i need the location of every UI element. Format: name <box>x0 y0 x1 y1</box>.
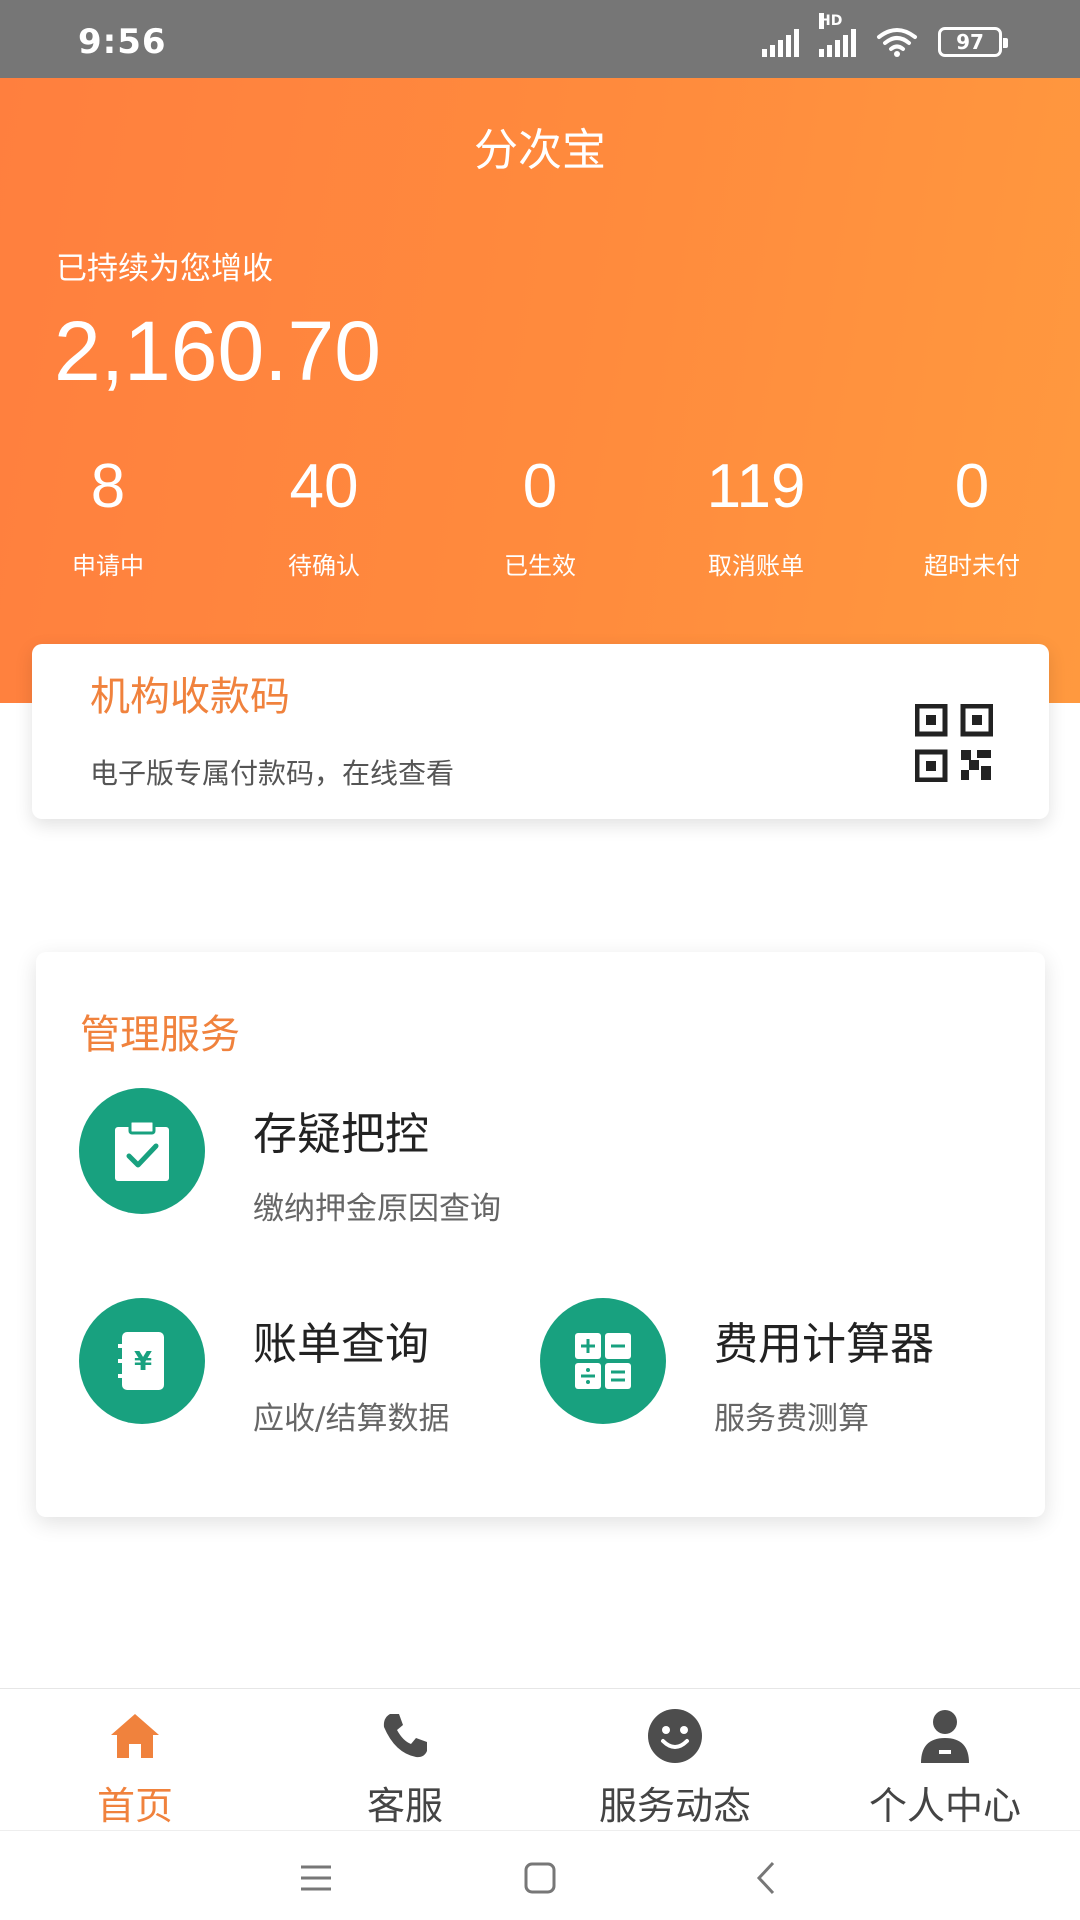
tab-label: 个人中心 <box>868 1784 1021 1828</box>
stats-row: 8 申请中 40 待确认 0 已生效 119 取消账单 0 超时未付 <box>0 448 1080 581</box>
qr-code-icon <box>915 704 993 782</box>
tab-label: 服务动态 <box>598 1784 751 1828</box>
management-services-card: 管理服务 存疑把控 缴纳押金原因查询 ¥ 账单查询 应收/结算数据 费用计算器 … <box>36 952 1045 1517</box>
stat-cancelled-bills[interactable]: 119 取消账单 <box>648 448 864 581</box>
tab-personal-center[interactable]: 个人中心 <box>810 1689 1080 1830</box>
battery-level: 97 <box>956 30 984 54</box>
home-icon <box>106 1707 164 1765</box>
stat-label: 超时未付 <box>924 552 1020 580</box>
payment-qr-card[interactable]: 机构收款码 电子版专属付款码，在线查看 <box>32 644 1049 819</box>
stat-overdue-unpaid[interactable]: 0 超时未付 <box>864 448 1080 581</box>
service-desc: 应收/结算数据 <box>253 1401 450 1437</box>
qr-card-title: 机构收款码 <box>90 674 290 720</box>
signal-icon <box>762 27 799 57</box>
system-nav-bar <box>0 1830 1080 1920</box>
status-time: 9:56 <box>78 22 167 62</box>
status-icons: HD 97 <box>762 13 1008 60</box>
stat-label: 取消账单 <box>708 552 804 580</box>
network-label: HD <box>819 13 843 29</box>
status-bar: 9:56 HD 97 <box>0 0 1080 78</box>
tab-home[interactable]: 首页 <box>0 1689 270 1830</box>
clipboard-check-icon <box>79 1088 205 1214</box>
calculator-icon <box>540 1298 666 1424</box>
bottom-tab-bar: 首页 客服 服务动态 个人中心 <box>0 1688 1080 1830</box>
smiley-icon <box>646 1707 704 1765</box>
stat-value: 119 <box>706 452 806 521</box>
battery-icon: 97 <box>938 27 1008 57</box>
service-name: 费用计算器 <box>714 1319 934 1370</box>
stat-value: 0 <box>954 452 990 521</box>
stat-value: 0 <box>522 452 558 521</box>
stat-value: 8 <box>90 452 126 521</box>
back-icon[interactable] <box>736 1853 796 1903</box>
tab-customer-service[interactable]: 客服 <box>270 1689 540 1830</box>
growth-amount: 2,160.70 <box>54 304 381 398</box>
svg-text:¥: ¥ <box>134 1347 152 1377</box>
qr-card-subtitle: 电子版专属付款码，在线查看 <box>90 757 455 790</box>
phone-icon <box>376 1707 434 1765</box>
stat-label: 待确认 <box>288 552 360 580</box>
stat-label: 申请中 <box>72 552 144 580</box>
stat-value: 40 <box>289 452 359 521</box>
stat-label: 已生效 <box>504 552 576 580</box>
header-panel: 分次宝 已持续为您增收 2,160.70 8 申请中 40 待确认 0 已生效 … <box>0 78 1080 703</box>
app-title: 分次宝 <box>474 125 606 176</box>
bill-yen-icon: ¥ <box>79 1298 205 1424</box>
service-desc: 缴纳押金原因查询 <box>253 1191 501 1227</box>
stat-effective[interactable]: 0 已生效 <box>432 448 648 581</box>
tab-label: 客服 <box>366 1784 443 1828</box>
person-icon <box>916 1707 974 1765</box>
stat-pending-confirm[interactable]: 40 待确认 <box>216 448 432 581</box>
growth-label: 已持续为您增收 <box>56 251 273 287</box>
home-square-icon[interactable] <box>510 1853 570 1903</box>
stat-applying[interactable]: 8 申请中 <box>0 448 216 581</box>
tab-service-news[interactable]: 服务动态 <box>540 1689 810 1830</box>
service-name: 存疑把控 <box>253 1109 429 1160</box>
service-name: 账单查询 <box>253 1319 429 1370</box>
menu-icon[interactable] <box>286 1853 346 1903</box>
service-desc: 服务费测算 <box>714 1401 869 1437</box>
wifi-icon <box>877 28 917 57</box>
hd-signal-icon: HD <box>819 13 856 57</box>
tab-label: 首页 <box>96 1784 173 1828</box>
management-title: 管理服务 <box>80 1012 240 1058</box>
